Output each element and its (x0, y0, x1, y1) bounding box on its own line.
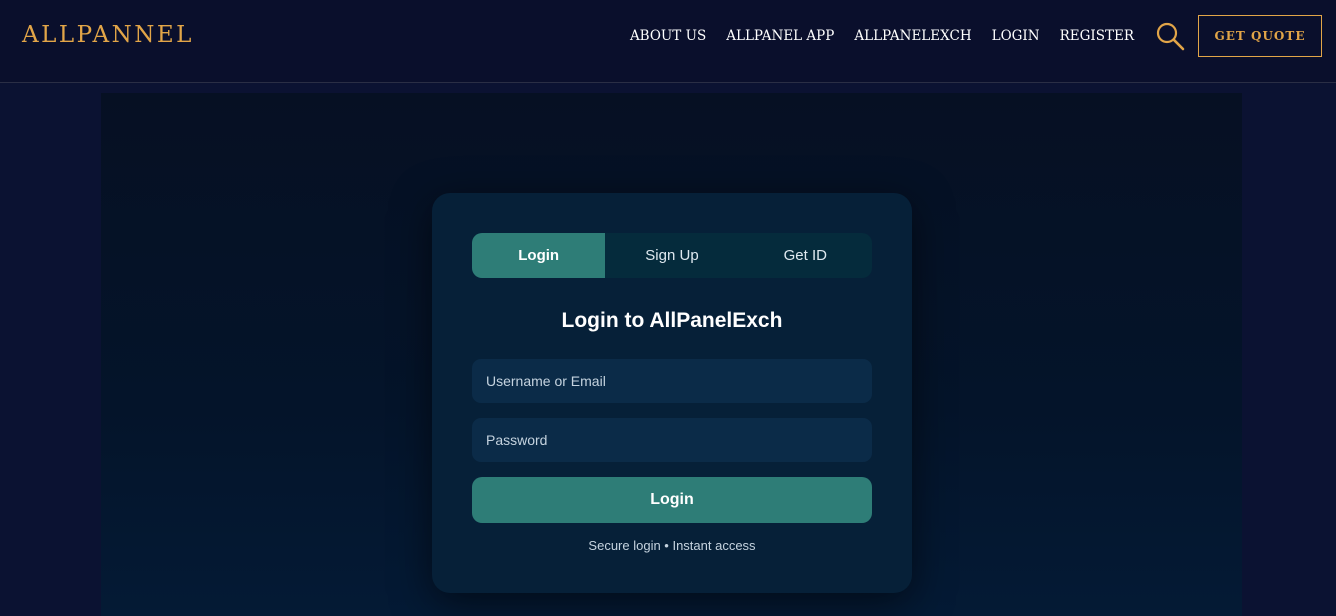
login-submit-button[interactable]: Login (472, 477, 872, 523)
username-input[interactable] (472, 359, 872, 403)
login-note: Secure login • Instant access (588, 538, 756, 553)
site-logo[interactable]: ALLPANNEL (22, 21, 194, 49)
nav-allpanelexch[interactable]: ALLPANELEXCH (854, 26, 971, 46)
login-card: Login Sign Up Get ID Login to AllPanelEx… (432, 193, 912, 593)
nav-login[interactable]: LOGIN (992, 26, 1040, 46)
auth-tabs: Login Sign Up Get ID (472, 233, 872, 278)
login-title: Login to AllPanelExch (561, 309, 783, 332)
main-nav: ABOUT US ALLPANEL APP ALLPANELEXCH LOGIN… (630, 26, 1134, 46)
nav-register[interactable]: REGISTER (1060, 26, 1134, 46)
nav-about-us[interactable]: ABOUT US (630, 26, 706, 46)
tab-get-id[interactable]: Get ID (739, 233, 872, 278)
site-header: ALLPANNEL ABOUT US ALLPANEL APP ALLPANEL… (0, 0, 1336, 83)
search-icon[interactable] (1154, 20, 1186, 52)
search-icon-glyph (1156, 22, 1185, 51)
nav-allpanel-app[interactable]: ALLPANEL APP (726, 26, 834, 46)
password-input[interactable] (472, 418, 872, 462)
get-quote-button[interactable]: GET QUOTE (1198, 15, 1322, 57)
tab-login[interactable]: Login (472, 233, 606, 278)
tab-sign-up[interactable]: Sign Up (605, 233, 738, 278)
